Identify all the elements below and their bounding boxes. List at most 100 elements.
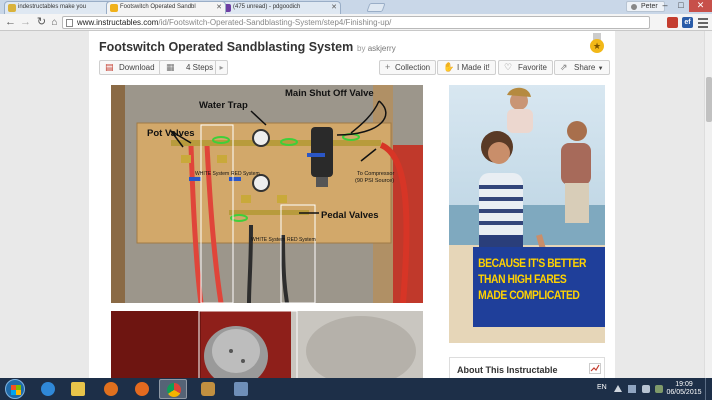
favorite-button[interactable]: ♡ Favorite (498, 60, 553, 75)
taskbar-chrome[interactable] (159, 379, 187, 399)
extension-red-icon[interactable] (667, 17, 678, 28)
reload-icon[interactable]: ↻ (35, 16, 48, 29)
water-trap-label: Water Trap (199, 100, 248, 111)
close-window-button[interactable]: ✕ (689, 0, 712, 12)
browser-toolbar: ← → ↻ ⌂ www.instructables.com/id/Footswi… (0, 14, 712, 31)
made-it-label: I Made it! (457, 63, 490, 72)
new-tab-button[interactable] (366, 3, 386, 12)
network-icon[interactable] (628, 385, 636, 393)
hand-icon: ✋ (443, 62, 455, 72)
instructables-favicon-icon (8, 4, 16, 12)
author-link[interactable]: askjerry (368, 44, 396, 53)
share-label: Share (574, 63, 596, 72)
instructables-favicon-icon (110, 4, 118, 12)
minimize-button[interactable]: – (657, 0, 673, 12)
tab-strip: indestructables make you ✕ Footswitch Op… (0, 0, 712, 14)
show-desktop-button[interactable] (705, 378, 712, 400)
footswitch-photo[interactable] (111, 311, 423, 378)
ad-text-panel: BECAUSE IT'S BETTER THAN HIGH FARES MADE… (473, 247, 605, 327)
address-bar[interactable]: www.instructables.com/id/Footswitch-Oper… (62, 16, 650, 29)
download-label: Download (119, 63, 155, 72)
project-header: Footswitch Operated Sandblasting System … (89, 31, 615, 83)
footswitch-illustration (111, 311, 423, 378)
share-button[interactable]: ⇗ Share ▼ (554, 60, 610, 75)
white-system-label-2: WHITE System (251, 237, 285, 243)
media-player-icon (104, 382, 118, 396)
forward-arrow-icon[interactable]: → (19, 16, 32, 29)
clock-time: 19:09 (675, 381, 693, 388)
valve-board-photo[interactable]: Main Shut Off Valve Water Trap Pot Valve… (111, 85, 423, 303)
ad-headline-line1: BECAUSE IT'S BETTER (478, 256, 586, 270)
steps-label: 4 Steps (186, 63, 214, 72)
tab-label: Footswitch Operated Sandbl (120, 4, 196, 10)
download-button[interactable]: ▤ Download (99, 60, 161, 75)
plus-icon: + (385, 62, 391, 72)
app-icon (201, 382, 215, 396)
step-content: Main Shut Off Valve Water Trap Pot Valve… (89, 83, 615, 378)
red-system-label: RED System (231, 171, 260, 177)
extension-ef-icon[interactable]: ef (682, 17, 693, 28)
chrome-icon (167, 383, 181, 397)
add-collection-button[interactable]: + Collection (379, 60, 437, 75)
pdf-icon: ▤ (105, 62, 114, 72)
web-page: Footswitch Operated Sandblasting System … (0, 31, 704, 378)
steps-button[interactable]: ▦ 4 Steps (159, 60, 220, 75)
page-icon (66, 19, 73, 27)
advertisement[interactable]: BECAUSE IT'S BETTER THAN HIGH FARES MADE… (449, 85, 605, 343)
heart-icon: ♡ (504, 62, 513, 72)
about-title: About This Instructable (457, 365, 558, 375)
taskbar-app-7[interactable] (227, 379, 255, 399)
author-prefix: by (357, 44, 366, 53)
taskbar-app-6[interactable] (194, 379, 222, 399)
stats-chart-icon[interactable] (589, 363, 601, 374)
show-hidden-icons-icon[interactable] (614, 385, 622, 392)
chrome-menu-icon[interactable] (698, 16, 708, 28)
clock-date: 06/05/2015 (666, 389, 702, 396)
i-made-it-button[interactable]: ✋ I Made it! (437, 60, 496, 75)
about-panel: About This Instructable (449, 357, 605, 378)
ad-headline-line3: MADE COMPLICATED (478, 288, 580, 302)
tab-mail[interactable]: (475 unread) - pdgoodich ✕ (219, 1, 341, 14)
start-button[interactable] (5, 379, 25, 399)
page-title: Footswitch Operated Sandblasting System (99, 40, 354, 54)
to-compressor-label: To Compressor (357, 171, 394, 177)
language-indicator[interactable]: EN (597, 384, 607, 391)
battery-icon[interactable] (655, 385, 663, 393)
window-icon (234, 382, 248, 396)
taskbar: EN 19:09 06/05/2015 (0, 378, 712, 400)
url-host: www.instructables.com (77, 18, 159, 27)
maximize-button[interactable]: □ (673, 0, 689, 12)
internet-explorer-icon (41, 382, 55, 396)
volume-icon[interactable] (642, 385, 650, 393)
share-icon: ⇗ (560, 62, 568, 72)
close-tab-icon[interactable]: ✕ (331, 2, 337, 13)
tab-label: (475 unread) - pdgoodich (233, 4, 301, 10)
author-byline: by askjerry (357, 44, 396, 53)
vertical-scrollbar[interactable] (704, 31, 712, 378)
firefox-icon (135, 382, 149, 396)
psi-source-label: (90 PSI Source) (355, 178, 394, 184)
red-system-label-2: RED System (287, 237, 316, 243)
tab-indestructables[interactable]: indestructables make you ✕ (4, 1, 116, 14)
folder-icon (71, 382, 85, 396)
favorite-label: Favorite (518, 63, 547, 72)
main-shutoff-label: Main Shut Off Valve (285, 88, 374, 99)
pedal-valves-label: Pedal Valves (321, 210, 379, 221)
url-path: /id/Footswitch-Operated-Sandblasting-Sys… (158, 18, 392, 27)
back-arrow-icon[interactable]: ← (4, 16, 17, 29)
close-tab-icon[interactable]: ✕ (216, 2, 222, 13)
taskbar-media-player[interactable] (97, 379, 125, 399)
featured-medal-icon: ★ (589, 33, 605, 53)
home-icon[interactable]: ⌂ (48, 16, 61, 29)
grid-icon: ▦ (166, 62, 175, 72)
taskbar-firefox[interactable] (128, 379, 156, 399)
pot-valves-label: Pot Valves (147, 128, 195, 139)
next-step-arrow-icon[interactable]: ▸ (215, 60, 228, 75)
valve-board-illustration: Main Shut Off Valve Water Trap Pot Valve… (111, 85, 423, 303)
tab-footswitch[interactable]: Footswitch Operated Sandbl ✕ (106, 1, 226, 14)
system-clock[interactable]: 19:09 06/05/2015 (666, 381, 702, 397)
taskbar-explorer[interactable] (64, 379, 92, 399)
scrollbar-thumb[interactable] (706, 77, 712, 122)
ad-headline-line2: THAN HIGH FARES (478, 272, 567, 286)
taskbar-ie[interactable] (34, 379, 62, 399)
